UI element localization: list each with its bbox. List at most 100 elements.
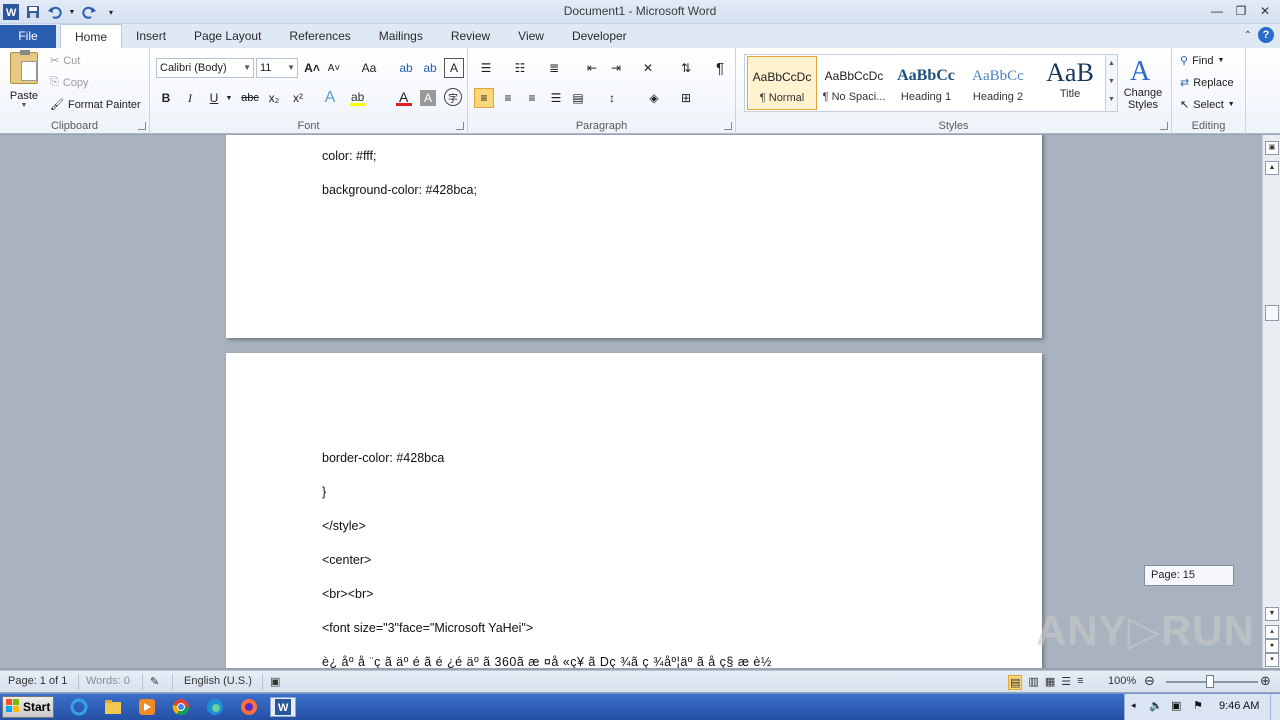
view-ruler-icon[interactable]: ▣ xyxy=(1265,141,1279,155)
close-icon[interactable]: ✕ xyxy=(1254,2,1276,20)
change-case-button[interactable]: Aa xyxy=(356,58,382,78)
document-line[interactable]: <center> xyxy=(322,553,371,567)
edge-icon[interactable] xyxy=(204,697,226,717)
paragraph-launcher-icon[interactable] xyxy=(724,122,732,130)
previous-page-icon[interactable]: ▴ xyxy=(1265,625,1279,639)
ie-icon[interactable] xyxy=(68,697,90,717)
change-styles-button[interactable]: A Change Styles xyxy=(1118,54,1168,111)
tab-review[interactable]: Review xyxy=(437,24,504,48)
font-launcher-icon[interactable] xyxy=(456,122,464,130)
scroll-down-icon[interactable]: ▼ xyxy=(1265,607,1279,621)
tab-page-layout[interactable]: Page Layout xyxy=(180,24,275,48)
copy-button[interactable]: ⎘ Copy xyxy=(50,76,89,89)
increase-indent-icon[interactable]: ⇥ xyxy=(606,58,626,78)
align-left-icon[interactable]: ≡ xyxy=(474,88,494,108)
help-icon[interactable]: ? xyxy=(1258,27,1274,43)
outline-icon[interactable]: ☰ xyxy=(1061,675,1071,690)
explorer-icon[interactable] xyxy=(102,697,124,717)
superscript-button[interactable]: x² xyxy=(288,88,308,108)
shrink-font-button[interactable]: A˅ xyxy=(324,58,344,78)
distributed-icon[interactable]: ▤ xyxy=(568,88,588,108)
word-count[interactable]: Words: 0 xyxy=(86,675,130,687)
format-painter-button[interactable]: 🖌 Format Painter xyxy=(50,98,141,112)
firefox-icon[interactable] xyxy=(238,697,260,717)
text-effects-icon[interactable]: A xyxy=(320,88,340,108)
macro-record-icon[interactable]: ▣ xyxy=(270,675,280,688)
align-right-icon[interactable]: ≡ xyxy=(522,88,542,108)
proofing-icon[interactable]: ✎ xyxy=(150,675,159,688)
volume-icon[interactable]: 🔈 xyxy=(1149,699,1163,712)
document-line[interactable]: <font size="3"face="Microsoft YaHei"> xyxy=(322,621,533,635)
tab-developer[interactable]: Developer xyxy=(558,24,641,48)
underline-button[interactable]: U xyxy=(204,88,224,108)
paste-button[interactable]: Paste ▼ xyxy=(6,50,42,109)
clock[interactable]: 9:46 AM xyxy=(1219,700,1259,712)
underline-dropdown-icon[interactable]: ▼ xyxy=(224,88,234,108)
font-size-combo[interactable]: 11 ▼ xyxy=(256,58,298,78)
strikethrough-button[interactable]: abc xyxy=(238,88,262,108)
zoom-level[interactable]: 100% xyxy=(1108,675,1136,687)
highlight-icon[interactable]: ab xyxy=(348,88,368,108)
styles-gallery-scroll[interactable]: ▲ ▼ ▼ xyxy=(1105,55,1117,111)
zoom-in-icon[interactable]: ⊕ xyxy=(1260,673,1271,689)
shading-icon[interactable]: ◈ xyxy=(644,88,664,108)
find-button[interactable]: ⚲ Find ▼ xyxy=(1180,54,1224,68)
print-layout-icon[interactable]: ▤ xyxy=(1008,675,1023,690)
align-center-icon[interactable]: ≡ xyxy=(498,88,518,108)
paste-dropdown-icon[interactable]: ▼ xyxy=(6,102,42,109)
cut-button[interactable]: ✂ Cut xyxy=(50,54,80,68)
scroll-thumb[interactable] xyxy=(1265,305,1279,321)
enclose-characters-icon[interactable]: 字 xyxy=(444,88,462,106)
restore-icon[interactable]: ❐ xyxy=(1230,2,1252,20)
style-no-spacing[interactable]: AaBbCcDc ¶ No Spaci... xyxy=(819,56,889,110)
tray-expand-icon[interactable]: ◂ xyxy=(1131,700,1136,711)
tab-home[interactable]: Home xyxy=(60,24,123,48)
vertical-scrollbar[interactable]: ▣ ▲ ▼ ▴ ● ▾ xyxy=(1262,135,1280,668)
document-page-2[interactable]: border-color: #428bca } </style> <center… xyxy=(226,353,1042,668)
full-screen-reading-icon[interactable]: ▥ xyxy=(1028,675,1038,690)
document-line[interactable]: </style> xyxy=(322,519,366,533)
bold-button[interactable]: B xyxy=(156,88,176,108)
document-line[interactable]: border-color: #428bca xyxy=(322,451,444,465)
document-line[interactable]: background-color: #428bca; xyxy=(322,183,477,197)
flag-icon[interactable]: ⚑ xyxy=(1193,699,1203,712)
decrease-indent-icon[interactable]: ⇤ xyxy=(582,58,602,78)
style-heading-2[interactable]: AaBbCc Heading 2 xyxy=(963,56,1033,110)
phonetic-guide-icon[interactable]: ab xyxy=(420,58,440,78)
character-border-icon[interactable]: A xyxy=(444,58,464,78)
style-normal[interactable]: AaBbCcDc ¶ Normal xyxy=(747,56,817,110)
draft-icon[interactable]: ≡ xyxy=(1077,675,1083,690)
multilevel-list-icon[interactable]: ≣ xyxy=(544,58,564,78)
show-formatting-icon[interactable]: ¶ xyxy=(710,58,730,78)
chevron-down-icon[interactable]: ▼ xyxy=(1106,73,1117,91)
start-button[interactable]: Start xyxy=(2,696,54,718)
scroll-up-icon[interactable]: ▲ xyxy=(1265,161,1279,175)
chrome-icon[interactable] xyxy=(170,697,192,717)
character-shading-icon[interactable]: A xyxy=(420,90,436,106)
document-area[interactable]: color: #fff; background-color: #428bca; … xyxy=(0,135,1262,668)
chevron-up-icon[interactable]: ▲ xyxy=(1106,55,1117,73)
grow-font-button[interactable]: A˄ xyxy=(302,58,322,78)
line-spacing-icon[interactable]: ↕ xyxy=(602,88,622,108)
zoom-slider-thumb[interactable] xyxy=(1206,675,1214,688)
page-count[interactable]: Page: 1 of 1 xyxy=(8,675,67,687)
bullets-icon[interactable]: ☰ xyxy=(476,58,496,78)
clipboard-launcher-icon[interactable] xyxy=(138,122,146,130)
zoom-out-icon[interactable]: ⊖ xyxy=(1144,673,1155,689)
word-taskbar-icon[interactable]: W xyxy=(270,697,296,717)
tab-view[interactable]: View xyxy=(504,24,558,48)
document-line[interactable]: è¿ åº å ¨ç ã äº é ã é ¿é äº ã 360ã æ ¤å … xyxy=(322,655,772,668)
style-heading-1[interactable]: AaBbCc Heading 1 xyxy=(891,56,961,110)
tab-file[interactable]: File xyxy=(0,25,56,48)
tab-references[interactable]: References xyxy=(275,24,364,48)
tab-insert[interactable]: Insert xyxy=(122,24,180,48)
document-line[interactable]: <br><br> xyxy=(322,587,373,601)
italic-button[interactable]: I xyxy=(180,88,200,108)
borders-icon[interactable]: ⊞ xyxy=(676,88,696,108)
show-desktop-button[interactable] xyxy=(1270,694,1280,720)
web-layout-icon[interactable]: ▦ xyxy=(1045,675,1055,690)
minimize-icon[interactable]: — xyxy=(1206,2,1228,20)
language-indicator[interactable]: English (U.S.) xyxy=(184,675,252,687)
numbering-icon[interactable]: ☷ xyxy=(510,58,530,78)
style-title[interactable]: AaB Title xyxy=(1035,56,1105,110)
